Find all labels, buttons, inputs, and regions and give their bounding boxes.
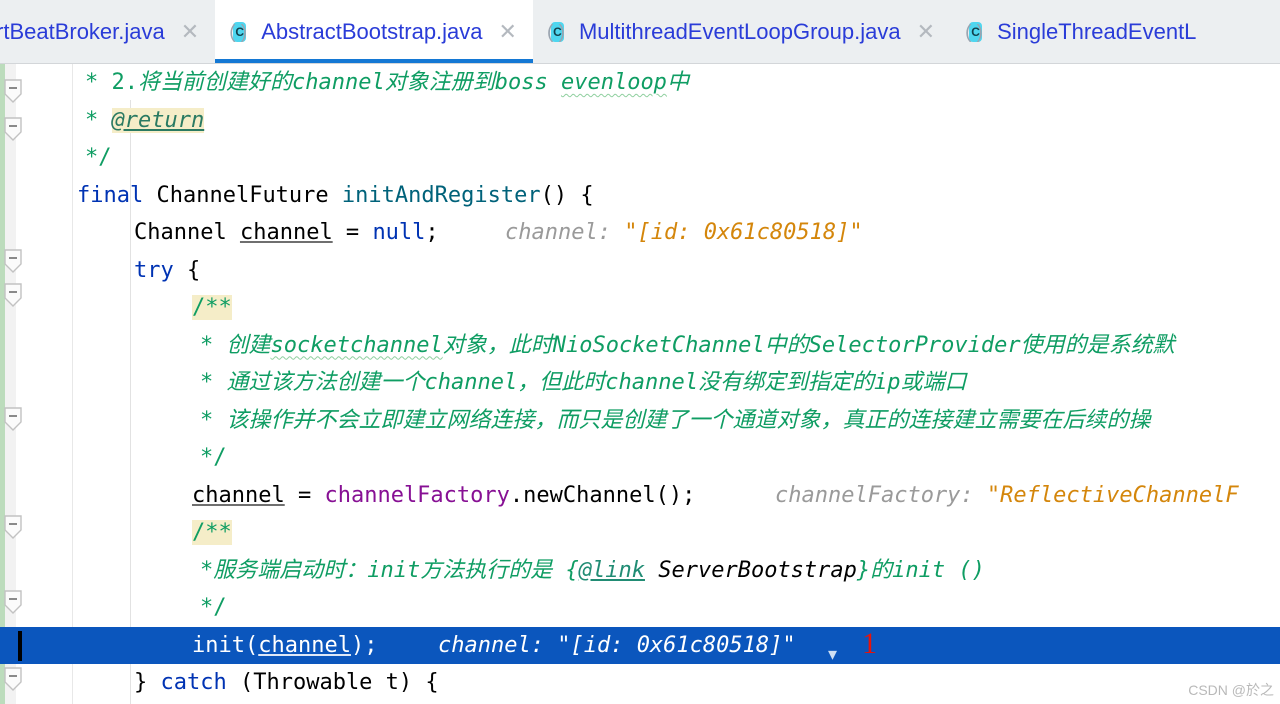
code-line-text: * @return xyxy=(85,107,205,133)
text-caret xyxy=(18,630,22,661)
inlay-hint[interactable]: channel: "[id: 0x61c80518]" xyxy=(505,214,863,252)
java-class-icon: ( ) C xyxy=(546,21,565,43)
code-line[interactable]: channel = channelFactory.newChannel(); c… xyxy=(0,477,1280,515)
code-line[interactable]: * 该操作并不会立即建立网络连接，而只是创建了一个通道对象，真正的连接建立需要在… xyxy=(0,402,1280,440)
code-line[interactable]: final ChannelFuture initAndRegister() { xyxy=(0,177,1280,215)
code-line-text: channel = channelFactory.newChannel(); xyxy=(192,482,696,508)
ide-editor-window: rtBeatBroker.java ✕ ( ) C AbstractBootst… xyxy=(0,0,1280,704)
annotation-marker-1: 1 xyxy=(862,626,877,660)
code-line[interactable]: * @return xyxy=(0,102,1280,140)
watermark: CSDN @於之 xyxy=(1188,682,1274,698)
code-line-selected[interactable]: init(channel); channel: "[id: 0x61c80518… xyxy=(0,626,1280,665)
editor-tab-multithreadeventloopgroup[interactable]: ( ) C MultithreadEventLoopGroup.java ✕ xyxy=(532,0,952,63)
code-line-text: } catch (Throwable t) { xyxy=(134,670,439,695)
java-class-icon: ( ) C xyxy=(965,21,983,43)
code-line[interactable]: } catch (Throwable t) { xyxy=(0,664,1280,702)
javadoc-link-tag: @link xyxy=(578,557,645,583)
code-line-text: * 该操作并不会立即建立网络连接，而只是创建了一个通道对象，真正的连接建立需要在… xyxy=(200,407,1151,433)
inlay-hint[interactable]: channel: "[id: 0x61c80518]" xyxy=(438,627,796,665)
java-class-icon: ( ) C xyxy=(229,21,248,43)
code-line[interactable]: /** xyxy=(0,289,1280,327)
close-icon[interactable]: ✕ xyxy=(181,21,199,43)
javadoc-return-tag: @return xyxy=(111,107,205,133)
code-line-text: */ xyxy=(85,145,112,170)
inlay-hint[interactable]: channelFactory: "ReflectiveChannelF xyxy=(775,477,1239,515)
editor-tab-label: AbstractBootstrap.java xyxy=(261,19,483,44)
code-line-text: Channel channel = null; xyxy=(134,220,439,245)
code-line-text: * 通过该方法创建一个channel，但此时channel没有绑定到指定的ip或… xyxy=(200,370,967,395)
code-line[interactable]: Channel channel = null; channel: "[id: 0… xyxy=(0,214,1280,252)
code-line[interactable]: */ xyxy=(0,439,1280,477)
code-line-text: */ xyxy=(200,445,227,470)
code-line-text: /** xyxy=(192,295,232,320)
code-editor[interactable]: * 2.将当前创建好的channel对象注册到boss evenloop中 * … xyxy=(0,64,1280,704)
code-content[interactable]: * 2.将当前创建好的channel对象注册到boss evenloop中 * … xyxy=(0,64,1280,704)
close-icon[interactable]: ✕ xyxy=(917,21,935,43)
code-line[interactable]: * 创建socketchannel对象，此时NioSocketChannel中的… xyxy=(0,327,1280,365)
code-line-text: *服务端启动时：init方法执行的是 {@link ServerBootstra… xyxy=(200,557,985,583)
code-line-text: * 2.将当前创建好的channel对象注册到boss evenloop中 xyxy=(85,70,689,95)
editor-tab-label: rtBeatBroker.java xyxy=(0,19,165,44)
code-line[interactable]: */ xyxy=(0,589,1280,627)
close-icon[interactable]: ✕ xyxy=(499,21,517,43)
code-line-text: final ChannelFuture initAndRegister() { xyxy=(77,182,594,208)
code-line-text: * 创建socketchannel对象，此时NioSocketChannel中的… xyxy=(200,332,1175,358)
code-line-text: try { xyxy=(134,257,201,283)
code-line[interactable]: * 通过该方法创建一个channel，但此时channel没有绑定到指定的ip或… xyxy=(0,364,1280,402)
code-line[interactable]: *服务端启动时：init方法执行的是 {@link ServerBootstra… xyxy=(0,552,1280,590)
editor-tab-singlethreadeventloop[interactable]: ( ) C SingleThreadEventL xyxy=(951,0,1213,63)
code-line[interactable]: * 2.将当前创建好的channel对象注册到boss evenloop中 xyxy=(0,64,1280,102)
code-line[interactable]: /** xyxy=(0,514,1280,552)
editor-tab-heartbeatbroker[interactable]: rtBeatBroker.java ✕ xyxy=(0,0,216,63)
code-line[interactable]: try { xyxy=(0,252,1280,290)
code-line[interactable]: */ xyxy=(0,139,1280,177)
editor-tab-abstractbootstrap[interactable]: ( ) C AbstractBootstrap.java ✕ xyxy=(215,0,533,63)
editor-tab-label: MultithreadEventLoopGroup.java xyxy=(578,19,901,44)
editor-tab-label: SingleThreadEventL xyxy=(997,19,1197,44)
editor-tab-bar[interactable]: rtBeatBroker.java ✕ ( ) C AbstractBootst… xyxy=(0,0,1280,64)
code-line-text: init(channel); xyxy=(192,632,378,658)
code-line-text: */ xyxy=(200,595,227,620)
code-line-text: /** xyxy=(192,520,232,545)
